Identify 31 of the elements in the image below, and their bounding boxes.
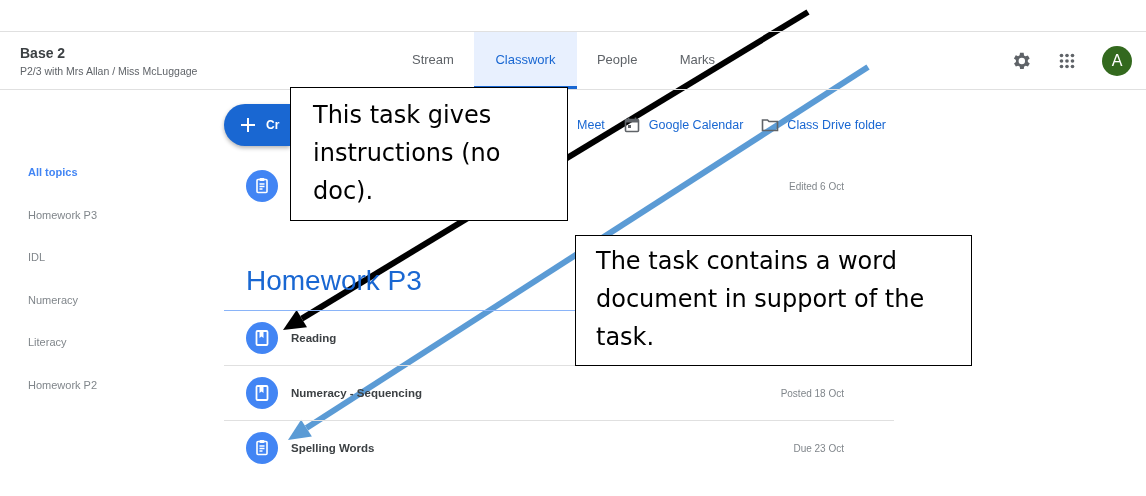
nav-tab[interactable]: Marks bbox=[657, 32, 738, 89]
topic-link[interactable]: All topics bbox=[0, 151, 224, 194]
item-date: Posted 18 Oct bbox=[780, 387, 844, 399]
book-icon bbox=[246, 377, 278, 409]
nav-tab[interactable]: Classwork bbox=[473, 32, 577, 89]
class-subtitle: P2/3 with Mrs Allan / Miss McLuggage bbox=[20, 64, 199, 77]
book-icon bbox=[246, 322, 278, 354]
nav-tab[interactable]: Stream bbox=[392, 32, 474, 89]
calendar-icon bbox=[622, 116, 641, 134]
nav-tab[interactable]: People bbox=[576, 32, 658, 89]
plus-icon bbox=[240, 117, 256, 133]
topic-link[interactable]: IDL bbox=[0, 236, 224, 279]
class-link[interactable]: Class Drive folder bbox=[761, 116, 886, 134]
topic-link[interactable]: Homework P3 bbox=[0, 193, 224, 236]
folder-icon bbox=[761, 116, 780, 134]
topic-link[interactable]: Numeracy bbox=[0, 278, 224, 321]
topic-link[interactable]: Literacy bbox=[0, 321, 224, 364]
item-title[interactable]: Spelling Words bbox=[291, 442, 375, 454]
class-link[interactable]: Meet bbox=[577, 116, 605, 134]
item-date: Due 23 Oct bbox=[793, 442, 844, 454]
annotation-tooltip: This task gives instructions (no doc). bbox=[290, 87, 568, 221]
clipboard-icon bbox=[246, 432, 278, 464]
annotation-tooltip: The task contains a word document in support of the task. bbox=[575, 235, 972, 366]
item-title[interactable]: Reading bbox=[291, 332, 337, 344]
create-button[interactable]: Cr bbox=[224, 104, 290, 146]
account-avatar[interactable]: A bbox=[1102, 45, 1132, 76]
clipboard-icon bbox=[246, 170, 278, 202]
class-link[interactable]: Google Calendar bbox=[622, 116, 744, 134]
topic-link[interactable]: Homework P2 bbox=[0, 363, 224, 406]
class-title: Base 2 bbox=[20, 44, 67, 61]
item-date: Edited 6 Oct bbox=[788, 180, 844, 192]
